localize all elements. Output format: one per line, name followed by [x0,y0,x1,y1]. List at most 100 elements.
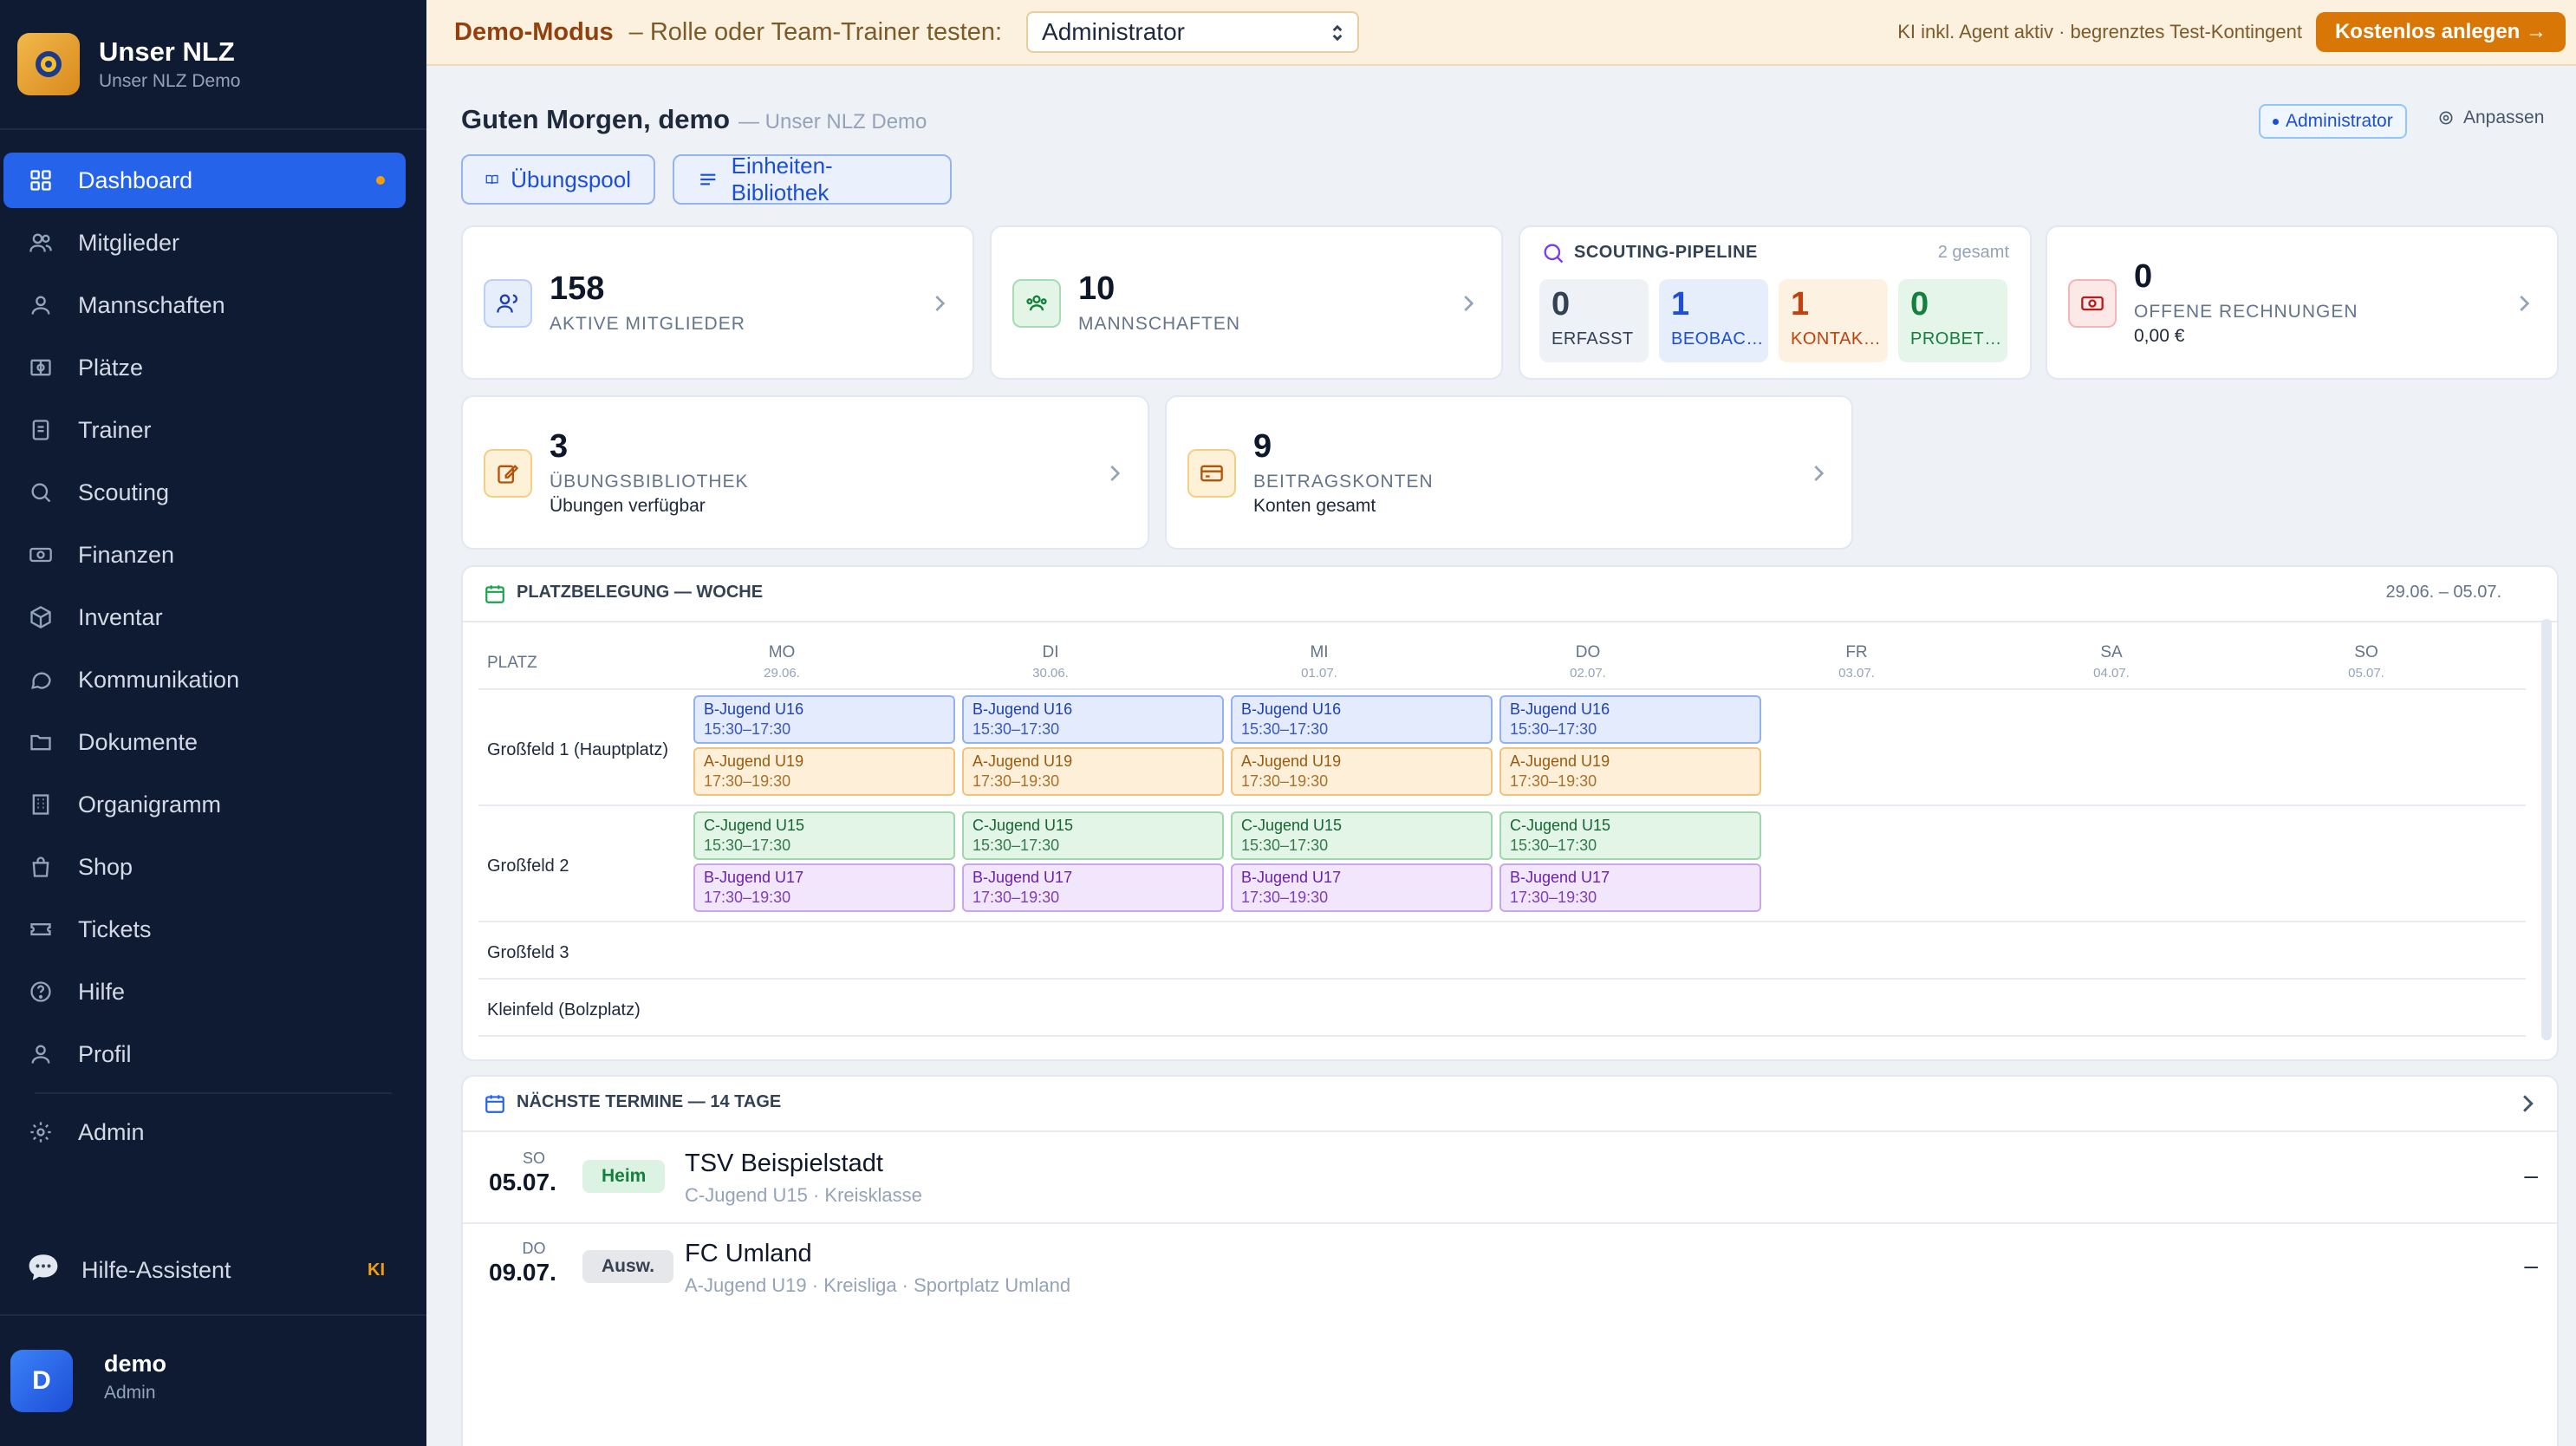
nav-item-shop[interactable]: Shop [3,839,406,895]
units-library-button[interactable]: Einheiten-Bibliothek [673,153,952,205]
search-icon [1544,244,1564,264]
nav-label: Kommunikation [78,666,240,693]
upcoming-events-card: NÄCHSTE TERMINE — 14 TAGE SO 05.07. Heim… [461,1075,2559,1446]
stat-card-teams[interactable]: 10 MANNSCHAFTEN [990,225,1503,380]
nav-label: Dokumente [78,728,198,755]
accounts-label: BEITRAGSKONTEN [1253,472,1434,492]
club-logo-icon [17,33,80,95]
scouting-pipeline-card[interactable]: SCOUTING-PIPELINE 2 gesamt 0 ERFASST 1 B… [1519,225,2032,380]
row-divider [478,804,2526,806]
stat-card-exercises[interactable]: 3 ÜBUNGSBIBLIOTHEK Übungen verfügbar [461,395,1149,550]
exercise-pool-button[interactable]: Übungspool [461,154,655,205]
nav-item-plaetze[interactable]: Plätze [3,340,406,395]
booking-block[interactable]: B-Jugend U17 17:30–19:30 [1499,863,1761,912]
user-profile[interactable]: D demo Admin [0,1314,426,1446]
booking-time: 15:30–17:30 [1510,720,1597,738]
chevron-right-icon[interactable] [2519,1092,2534,1115]
help-assistant-button[interactable]: Hilfe-Assistent KI [0,1240,426,1300]
booking-block[interactable]: B-Jugend U16 15:30–17:30 [693,695,955,744]
booking-team: B-Jugend U17 [973,869,1073,886]
booking-time: 17:30–19:30 [1241,889,1329,906]
booking-block[interactable]: C-Jugend U15 15:30–17:30 [962,811,1224,860]
booking-time: 15:30–17:30 [1510,837,1597,854]
nav-item-profil[interactable]: Profil [3,1026,406,1082]
members-count: 158 [550,270,605,307]
nav-label: Hilfe [78,978,126,1005]
booking-block[interactable]: C-Jugend U15 15:30–17:30 [693,811,955,860]
nav-item-hilfe[interactable]: Hilfe [3,964,406,1019]
nav-item-kommunikation[interactable]: Kommunikation [3,652,406,707]
nav-label: Mannschaften [78,291,225,318]
day-header-mo: MO 29.06. [652,643,912,681]
booking-block[interactable]: C-Jugend U15 15:30–17:30 [1499,811,1761,860]
create-free-button[interactable]: Kostenlos anlegen → [2315,12,2566,52]
booking-time: 17:30–19:30 [1510,772,1597,790]
stat-card-accounts[interactable]: 9 BEITRAGSKONTEN Konten gesamt [1165,395,1853,550]
booking-time: 17:30–19:30 [704,772,791,790]
nav-item-finanzen[interactable]: Finanzen [3,527,406,583]
booking-block[interactable]: B-Jugend U16 15:30–17:30 [962,695,1224,744]
nav-item-scouting[interactable]: Scouting [3,465,406,520]
event-row[interactable]: DO 09.07. Ausw. FC Umland A-Jugend U19 ·… [463,1222,2557,1312]
day-header-fr: FR 03.07. [1727,643,1987,681]
scouting-title: SCOUTING-PIPELINE [1574,243,1758,262]
role-select-value: Administrator [1042,18,1185,45]
nav-item-inventar[interactable]: Inventar [3,589,406,645]
nav-item-dokumente[interactable]: Dokumente [3,714,406,770]
stat-card-members[interactable]: 158 AKTIVE MITGLIEDER [461,225,974,380]
stat-card-invoices[interactable]: 0 OFFENE RECHNUNGEN 0,00 € [2046,225,2559,380]
event-date: 05.07. [489,1169,556,1195]
nav-item-dashboard[interactable]: Dashboard [3,153,406,208]
ki-status-text: KI inkl. Agent aktiv · begrenztes Test-K… [1897,21,2302,42]
nav-label: Finanzen [78,541,175,568]
event-away-badge: Ausw. [582,1250,674,1283]
booking-time: 15:30–17:30 [1241,720,1329,738]
pipeline-stage-erfasst[interactable]: 0 ERFASST [1539,279,1649,362]
users-icon [484,279,532,328]
booking-block[interactable]: B-Jugend U17 17:30–19:30 [962,863,1224,912]
avatar: D [10,1350,73,1412]
booking-block[interactable]: B-Jugend U16 15:30–17:30 [1231,695,1493,744]
brand[interactable]: Unser NLZ Unser NLZ Demo [0,0,426,130]
calendar-icon [485,585,504,603]
schedule-scrollbar[interactable] [2541,619,2552,1040]
nav-item-admin[interactable]: Admin [3,1104,406,1160]
booking-block[interactable]: A-Jugend U19 17:30–19:30 [962,747,1224,796]
day-name: DI [1042,643,1059,661]
pipeline-stage-beobachtet[interactable]: 1 BEOBAC… [1659,279,1768,362]
money-icon [26,540,55,570]
booking-block[interactable]: B-Jugend U16 15:30–17:30 [1499,695,1761,744]
role-select[interactable]: Administrator [1026,11,1360,53]
chevron-right-icon [935,296,946,311]
nav-item-organigramm[interactable]: Organigramm [3,777,406,832]
nav-item-trainer[interactable]: Trainer [3,402,406,458]
chevron-right-icon [1814,466,1825,481]
booking-block[interactable]: C-Jugend U15 15:30–17:30 [1231,811,1493,860]
stage-label: BEOBAC… [1671,329,1764,348]
customize-button[interactable]: Anpassen [2437,107,2544,128]
booking-team: B-Jugend U16 [973,700,1073,718]
row-divider [478,688,2526,690]
booking-block[interactable]: A-Jugend U19 17:30–19:30 [1231,747,1493,796]
booking-block[interactable]: A-Jugend U19 17:30–19:30 [1499,747,1761,796]
booking-block[interactable]: B-Jugend U17 17:30–19:30 [1231,863,1493,912]
schedule-title: PLATZBELEGUNG — WOCHE [517,583,764,602]
nav-item-tickets[interactable]: Tickets [3,902,406,957]
booking-block[interactable]: B-Jugend U17 17:30–19:30 [693,863,955,912]
book-icon [485,174,498,185]
active-indicator-dot [376,176,385,185]
money-icon [2068,279,2117,328]
members-label: AKTIVE MITGLIEDER [550,314,745,334]
nav-label: Admin [78,1118,145,1145]
exercises-label: ÜBUNGSBIBLIOTHEK [550,472,749,492]
pipeline-stage-probetraining[interactable]: 0 PROBET… [1898,279,2007,362]
pipeline-stage-kontaktiert[interactable]: 1 KONTAK… [1779,279,1888,362]
brand-title: Unser NLZ [99,36,235,67]
booking-block[interactable]: A-Jugend U19 17:30–19:30 [693,747,955,796]
event-row[interactable]: SO 05.07. Heim TSV Beispielstadt C-Jugen… [463,1132,2557,1222]
nav-item-mitglieder[interactable]: Mitglieder [3,215,406,270]
nav-item-mannschaften[interactable]: Mannschaften [3,277,406,333]
ki-badge: KI [368,1260,385,1280]
event-weekday: DO [522,1240,546,1257]
select-arrows-icon [1330,22,1345,50]
